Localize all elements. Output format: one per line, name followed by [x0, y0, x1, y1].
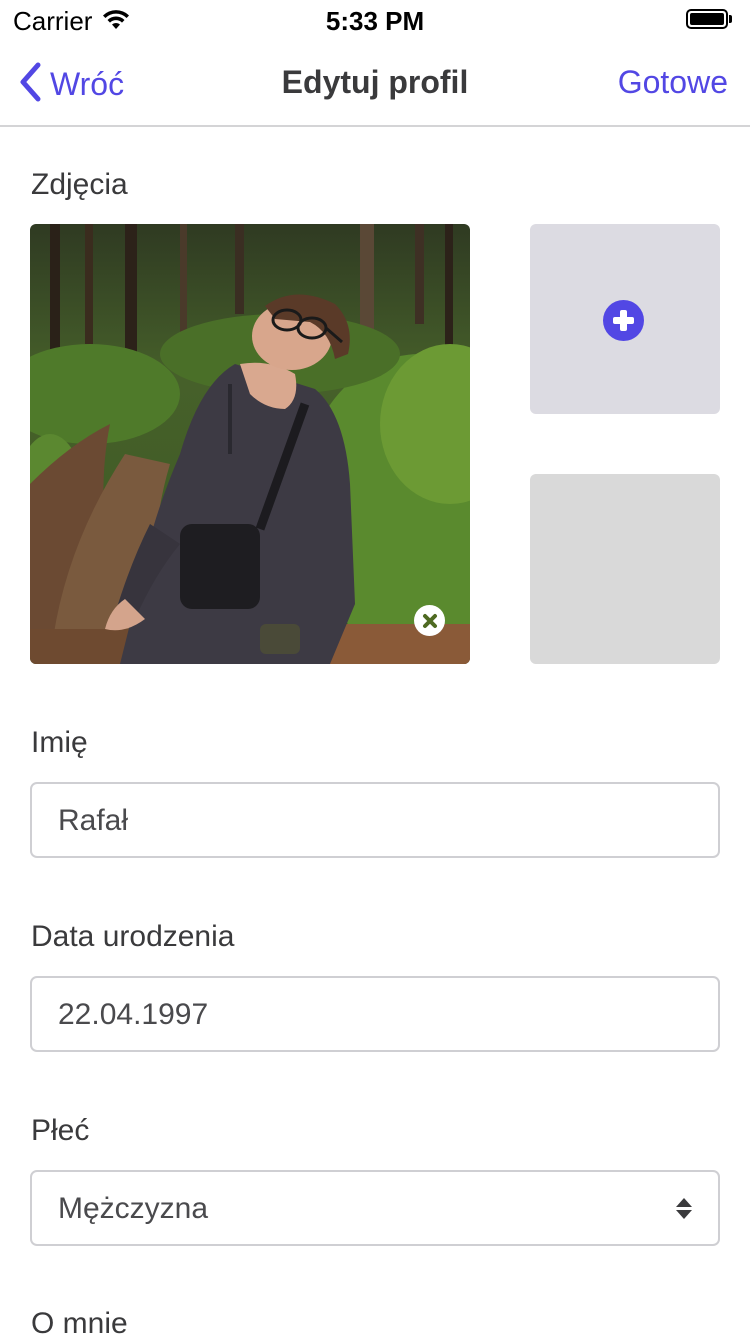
status-bar: Carrier 5:33 PM	[0, 0, 750, 40]
gender-label: Płeć	[31, 1114, 90, 1147]
remove-photo-button[interactable]	[414, 605, 445, 636]
gender-select-value: Mężczyzna	[58, 1192, 209, 1225]
birthdate-field-value: 22.04.1997	[58, 998, 209, 1031]
birthdate-field[interactable]: 22.04.1997	[30, 976, 720, 1052]
empty-photo-slot[interactable]	[530, 474, 720, 664]
about-label: O mnie	[31, 1307, 128, 1340]
add-photo-button[interactable]	[530, 224, 720, 414]
plus-circle-icon	[603, 300, 644, 341]
birthdate-label: Data urodzenia	[31, 920, 235, 953]
battery-icon	[686, 9, 734, 30]
close-icon	[421, 612, 439, 630]
name-field-value: Rafał	[58, 804, 129, 837]
profile-photo-image	[30, 224, 470, 664]
name-label: Imię	[31, 726, 88, 759]
profile-photo[interactable]	[30, 224, 470, 664]
clock: 5:33 PM	[325, 6, 425, 36]
photos-label: Zdjęcia	[31, 168, 128, 201]
done-button[interactable]: Gotowe	[618, 64, 728, 101]
gender-select[interactable]: Mężczyzna	[30, 1170, 720, 1246]
navigation-bar: Wróć Edytuj profil Gotowe	[0, 40, 750, 127]
select-arrows-icon	[676, 1198, 692, 1220]
name-field[interactable]: Rafał	[30, 782, 720, 858]
